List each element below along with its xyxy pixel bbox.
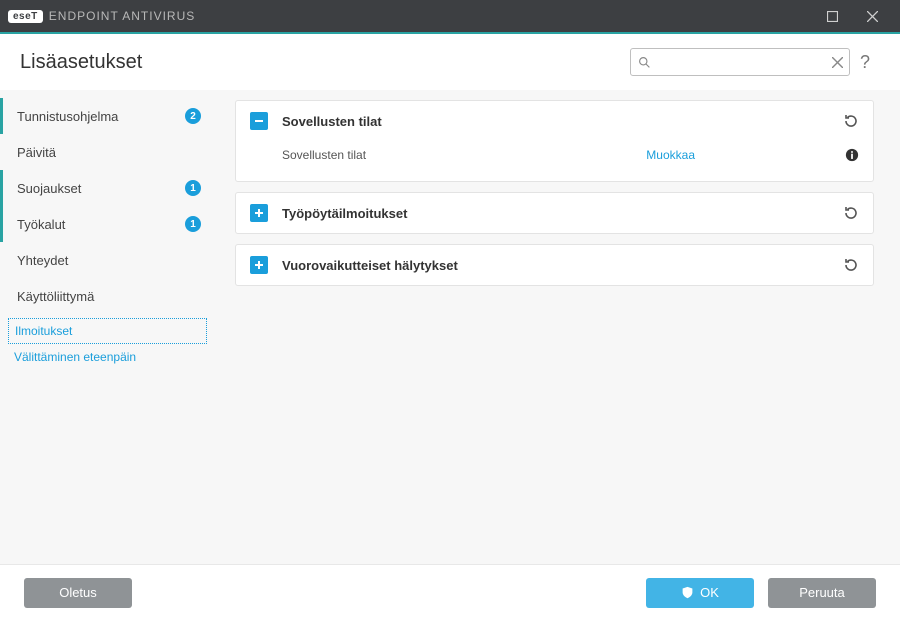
setting-label: Sovellusten tilat	[282, 148, 646, 162]
ok-button[interactable]: OK	[646, 578, 754, 608]
sidebar-item-label: Tunnistusohjelma	[17, 109, 185, 124]
titlebar: eseT ENDPOINT ANTIVIRUS	[0, 0, 900, 32]
panel-reset-button[interactable]	[843, 257, 859, 273]
info-icon[interactable]	[845, 148, 859, 162]
maximize-icon	[827, 11, 838, 22]
expand-icon[interactable]	[250, 204, 268, 222]
sidebar-item-label: Käyttöliittymä	[17, 289, 201, 304]
sidebar-subitem-0[interactable]: Ilmoitukset	[8, 318, 207, 344]
search-field[interactable]	[630, 48, 850, 76]
header: Lisäasetukset ?	[0, 34, 900, 90]
panel-title: Työpöytäilmoitukset	[282, 206, 843, 221]
sidebar-badge: 1	[185, 216, 201, 232]
close-icon	[867, 11, 878, 22]
collapse-icon[interactable]	[250, 112, 268, 130]
panel-reset-button[interactable]	[843, 205, 859, 221]
clear-icon	[832, 57, 843, 68]
window-close-button[interactable]	[852, 0, 892, 32]
panel-2: Vuorovaikutteiset hälytykset	[235, 244, 874, 286]
panel-body: Sovellusten tilatMuokkaa	[236, 141, 873, 181]
sidebar-subitem-1[interactable]: Välittäminen eteenpäin	[8, 344, 207, 370]
brand-badge: eseT	[8, 10, 43, 23]
panel-0: Sovellusten tilatSovellusten tilatMuokka…	[235, 100, 874, 182]
sidebar: Tunnistusohjelma2PäivitäSuojaukset1Työka…	[0, 90, 215, 564]
sidebar-item-label: Suojaukset	[17, 181, 185, 196]
body: Tunnistusohjelma2PäivitäSuojaukset1Työka…	[0, 90, 900, 564]
window-maximize-button[interactable]	[812, 0, 852, 32]
search-icon	[631, 56, 657, 69]
panel-header[interactable]: Vuorovaikutteiset hälytykset	[236, 245, 873, 285]
default-button[interactable]: Oletus	[24, 578, 132, 608]
edit-link[interactable]: Muokkaa	[646, 148, 695, 162]
search-input[interactable]	[657, 49, 825, 75]
brand-text: ENDPOINT ANTIVIRUS	[49, 9, 195, 23]
page-title: Lisäasetukset	[20, 51, 142, 74]
panel-header[interactable]: Työpöytäilmoitukset	[236, 193, 873, 233]
sidebar-badge: 2	[185, 108, 201, 124]
sidebar-item-4[interactable]: Yhteydet	[0, 242, 215, 278]
sidebar-item-label: Päivitä	[17, 145, 201, 160]
panel-title: Vuorovaikutteiset hälytykset	[282, 258, 843, 273]
brand: eseT ENDPOINT ANTIVIRUS	[8, 9, 195, 23]
sidebar-item-5[interactable]: Käyttöliittymä	[0, 278, 215, 314]
sidebar-item-0[interactable]: Tunnistusohjelma2	[0, 98, 215, 134]
search-clear-button[interactable]	[825, 57, 849, 68]
main-content: Sovellusten tilatSovellusten tilatMuokka…	[215, 90, 900, 564]
shield-icon	[681, 586, 694, 599]
panel-title: Sovellusten tilat	[282, 114, 843, 129]
panel-reset-button[interactable]	[843, 113, 859, 129]
expand-icon[interactable]	[250, 256, 268, 274]
sidebar-item-2[interactable]: Suojaukset1	[0, 170, 215, 206]
cancel-button[interactable]: Peruuta	[768, 578, 876, 608]
sidebar-item-label: Työkalut	[17, 217, 185, 232]
sidebar-item-label: Yhteydet	[17, 253, 201, 268]
sidebar-item-1[interactable]: Päivitä	[0, 134, 215, 170]
footer: Oletus OK Peruuta	[0, 564, 900, 620]
panel-header[interactable]: Sovellusten tilat	[236, 101, 873, 141]
panel-1: Työpöytäilmoitukset	[235, 192, 874, 234]
help-button[interactable]: ?	[850, 52, 880, 73]
sidebar-badge: 1	[185, 180, 201, 196]
setting-row: Sovellusten tilatMuokkaa	[282, 141, 859, 169]
sidebar-item-3[interactable]: Työkalut1	[0, 206, 215, 242]
ok-button-label: OK	[700, 585, 719, 600]
